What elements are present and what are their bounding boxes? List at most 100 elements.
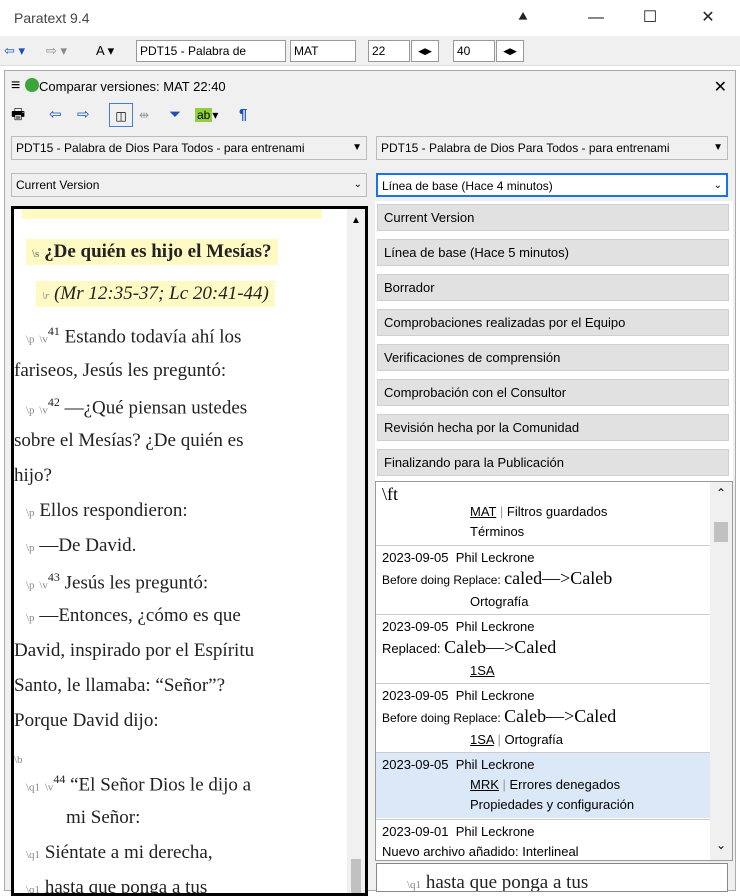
right-text-combo[interactable]: PDT15 - Palabra de Dios Para Todos - par… xyxy=(376,136,728,160)
verse-number: 42 xyxy=(47,395,60,409)
r-marker: \r xyxy=(42,290,50,302)
verse-43-line: \p \v43 Jesús les preguntó: xyxy=(26,570,209,594)
book-select[interactable]: MAT xyxy=(290,40,356,62)
dropdown-item-team-checks[interactable]: Comprobaciones realizadas por el Equipo xyxy=(377,309,729,336)
chevron-down-icon: ⌄ xyxy=(713,180,722,191)
verse-number: 44 xyxy=(53,772,66,786)
p-marker: \p xyxy=(26,333,35,346)
paragraph-line: \p —Entonces, ¿cómo es que xyxy=(26,605,241,626)
paragraph-line: \p Ellos respondieron: xyxy=(26,500,188,521)
chapter-spinner[interactable]: ◀▶ xyxy=(411,40,439,62)
filter-icon[interactable]: ⏷ xyxy=(169,103,181,127)
scroll-down-icon[interactable]: ⌄ xyxy=(716,838,726,852)
paragraph-line: \p —De David. xyxy=(26,535,137,556)
check-circle-icon xyxy=(25,78,39,92)
p-marker: \p xyxy=(26,507,35,519)
history-scrollbar[interactable]: ⌃ ⌄ xyxy=(710,482,732,860)
scroll-up-icon[interactable]: ▲ xyxy=(351,215,361,226)
text-line: sobre el Mesías? ¿De quién es xyxy=(14,430,244,451)
dropdown-item-community[interactable]: Revisión hecha por la Comunidad xyxy=(377,414,729,441)
left-version-label: Current Version xyxy=(16,178,100,192)
app-title: Paratext 9.4 xyxy=(14,10,90,26)
left-version-select[interactable]: Current Version ⌄ xyxy=(11,173,367,197)
forward-button[interactable]: ⇨ ▾ xyxy=(46,40,67,62)
editor-scrollbar[interactable]: ▲ xyxy=(347,209,365,893)
dropdown-arrow-icon: ▼ xyxy=(713,142,723,153)
panel-title: Comparar versiones: MAT 22:40 xyxy=(39,79,226,94)
project-select[interactable]: PDT15 - Palabra de xyxy=(136,40,286,62)
next-difference-icon[interactable]: ⇨ xyxy=(77,103,90,127)
verse-44-line: \q1 \v44 “El Señor Dios le dijo a xyxy=(26,772,252,796)
left-text-label: PDT15 - Palabra de Dios Para Todos - par… xyxy=(16,141,305,155)
history-list[interactable]: \ft MAT | Filtros guardados Términos 202… xyxy=(375,481,733,861)
right-version-label: Línea de base (Hace 4 minutos) xyxy=(382,179,553,193)
dropdown-item-comprehension[interactable]: Verificaciones de comprensión xyxy=(377,344,729,371)
right-text-label: PDT15 - Palabra de Dios Para Todos - par… xyxy=(381,141,670,155)
text-line: David, inspirado por el Espíritu xyxy=(14,640,255,661)
print-icon[interactable]: 🖶 xyxy=(11,103,25,127)
dropdown-item-publication[interactable]: Finalizando para la Publicación xyxy=(377,449,729,476)
version-dropdown-list: Current Version Línea de base (Hace 5 mi… xyxy=(375,201,733,481)
verse-input[interactable]: 40 xyxy=(453,40,495,62)
q1-marker: \q1 xyxy=(26,884,41,896)
side-by-side-icon[interactable]: ◫ xyxy=(109,103,133,127)
v-marker: \v xyxy=(39,579,48,592)
verse-41-line: \p \v41 Estando todavía ahí los xyxy=(26,324,242,348)
verse-number: 43 xyxy=(47,570,60,584)
pin-icon[interactable]: ⯅ xyxy=(503,6,543,30)
panel-close-button[interactable]: ✕ xyxy=(714,77,727,97)
poetry-line: \q1 hasta que ponga a tus xyxy=(407,872,589,892)
history-entry[interactable]: 2023-09-01 Phil Leckrone Nuevo archivo a… xyxy=(376,819,710,860)
q1-marker: \q1 xyxy=(26,849,41,861)
close-button[interactable]: ✕ xyxy=(688,6,728,30)
dropdown-item-current-version[interactable]: Current Version xyxy=(377,204,729,231)
section-heading: \s ¿De quién es hijo el Mesías? xyxy=(26,239,278,265)
v-marker: \v xyxy=(39,404,48,417)
poetry-line: mi Señor: xyxy=(66,807,141,828)
q1-marker: \q1 xyxy=(407,879,422,891)
right-version-select[interactable]: Línea de base (Hace 4 minutos) ⌄ xyxy=(376,173,728,197)
s-marker: \s xyxy=(32,248,40,260)
menu-icon[interactable]: ≡ xyxy=(11,77,20,95)
scroll-up-icon[interactable]: ⌃ xyxy=(716,486,726,500)
panel-header: ≡ Comparar versiones: MAT 22:40 ✕ xyxy=(5,75,735,99)
minimize-button[interactable]: — xyxy=(576,6,616,30)
scroll-thumb[interactable] xyxy=(351,859,361,893)
maximize-button[interactable]: ☐ xyxy=(630,6,670,30)
p-marker: \p xyxy=(26,404,35,417)
left-text-combo[interactable]: PDT15 - Palabra de Dios Para Todos - par… xyxy=(11,136,367,160)
q1-marker: \q1 xyxy=(26,781,41,794)
history-marker: \ft xyxy=(382,484,398,504)
history-entry[interactable]: 2023-09-05 Phil Leckrone Before doing Re… xyxy=(376,683,710,751)
dropdown-item-baseline[interactable]: Línea de base (Hace 5 minutos) xyxy=(377,239,729,266)
left-text-editor[interactable]: \s ¿De quién es hijo el Mesías? \r (Mr 1… xyxy=(11,206,368,896)
p-marker: \p xyxy=(26,579,35,592)
text-line: Porque David dijo: xyxy=(14,710,159,731)
dropdown-item-consultant[interactable]: Comprobación con el Consultor xyxy=(377,379,729,406)
verse-42-line: \p \v42 —¿Qué piensan ustedes xyxy=(26,395,248,419)
p-marker: \p xyxy=(26,542,35,554)
chevron-down-icon: ⌄ xyxy=(353,179,362,190)
chapter-input[interactable]: 22 xyxy=(368,40,410,62)
heading-highlight xyxy=(22,209,322,219)
pilcrow-icon[interactable]: ¶ xyxy=(239,103,247,127)
main-toolbar: ⇦ ▾ ⇨ ▾ A ▾ PDT15 - Palabra de MAT 22 ◀▶… xyxy=(0,36,740,66)
right-text-editor[interactable]: \q1 hasta que ponga a tus xyxy=(376,863,728,892)
title-bar: Paratext 9.4 ⯅ — ☐ ✕ xyxy=(0,0,740,36)
history-entry-selected[interactable]: 2023-09-05 Phil Leckrone MRK | Errores d… xyxy=(376,752,710,818)
v-marker: \v xyxy=(39,333,48,346)
highlight-icon[interactable]: ab ▾ xyxy=(195,103,218,127)
verse-spinner[interactable]: ◀▶ xyxy=(496,40,524,62)
scroll-thumb[interactable] xyxy=(714,522,728,542)
back-button[interactable]: ⇦ ▾ xyxy=(4,40,25,62)
poetry-line: \q1 Siéntate a mi derecha, xyxy=(26,842,213,863)
history-tag: Términos xyxy=(470,524,525,539)
history-entry[interactable]: 2023-09-05 Phil Leckrone Replaced: Caleb… xyxy=(376,614,710,682)
p-marker: \p xyxy=(26,612,35,624)
dropdown-item-draft[interactable]: Borrador xyxy=(377,274,729,301)
text-line: fariseos, Jesús les preguntó: xyxy=(14,360,227,381)
merged-view-icon[interactable]: ⇹ xyxy=(139,103,149,127)
history-entry[interactable]: 2023-09-05 Phil Leckrone Before doing Re… xyxy=(376,545,710,613)
font-button[interactable]: A ▾ xyxy=(96,40,114,62)
prev-difference-icon[interactable]: ⇦ xyxy=(49,103,62,127)
